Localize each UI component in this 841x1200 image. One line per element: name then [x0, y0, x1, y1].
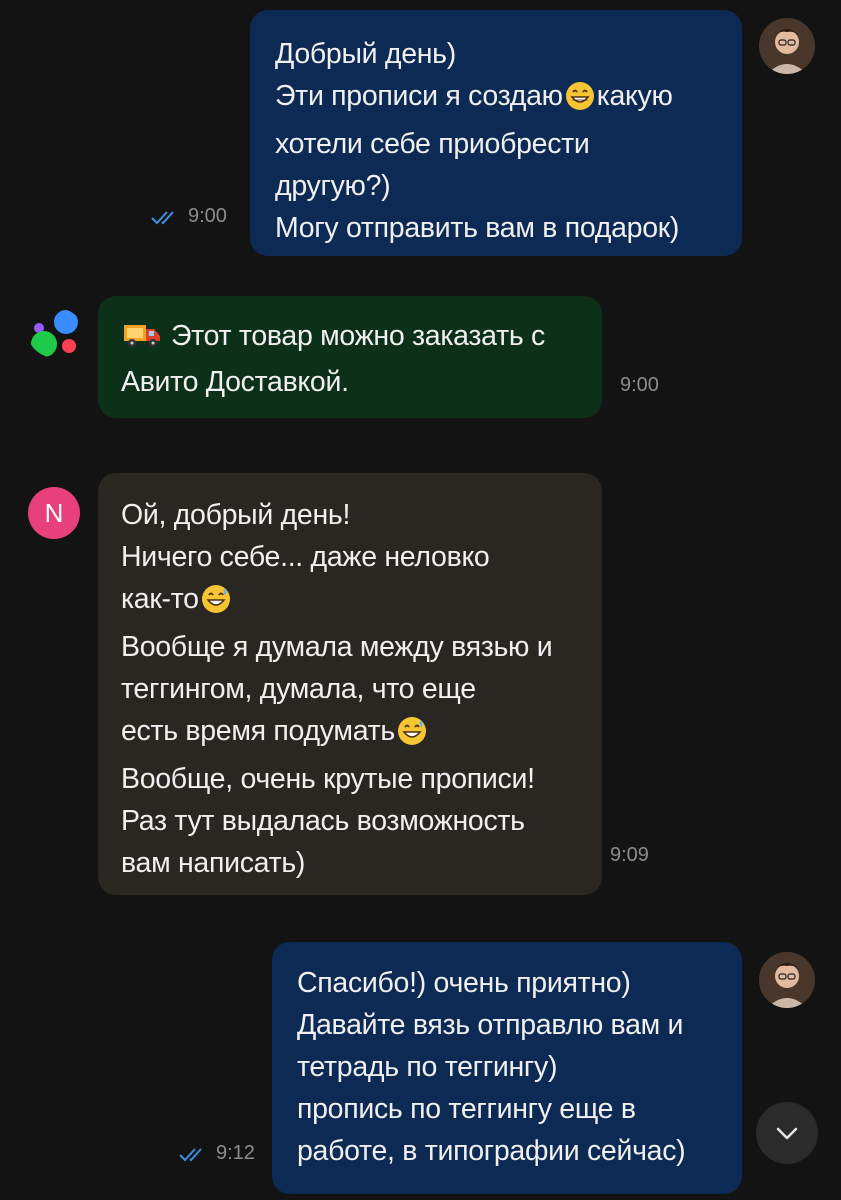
double-check-icon	[151, 211, 174, 225]
message-line: Эти прописи я создаю	[275, 80, 563, 112]
message-line: работе, в типографии сейчас)	[297, 1135, 686, 1167]
message-line: тетрадь по теггингу)	[297, 1051, 558, 1083]
message-line: Могу отправить вам в подарок)	[275, 212, 680, 244]
message-line: пропись по теггингу еще в	[297, 1093, 636, 1125]
message-line: Давайте вязь отправлю вам и	[297, 1009, 684, 1041]
message-line: Авито Доставкой.	[121, 366, 349, 398]
message-line: Вообще, очень крутые прописи!	[121, 763, 535, 795]
message-line: как-то	[121, 583, 199, 615]
message-time: 9:09	[610, 844, 649, 866]
message-time: 9:12	[216, 1142, 255, 1164]
system-message[interactable]: Этот товар можно заказать с Авито Достав…	[98, 296, 602, 418]
grinning-face-with-sweat-emoji	[397, 716, 427, 758]
message-line: хотели себе приобрести	[275, 128, 590, 160]
message-line: другую?)	[275, 170, 391, 202]
chevron-down-icon	[776, 1127, 798, 1140]
message-line: Спасибо!) очень приятно)	[297, 967, 631, 999]
user-avatar[interactable]	[759, 18, 815, 74]
message-line: Ничего себе... даже неловко	[121, 541, 490, 573]
sender-avatar[interactable]: N	[28, 487, 80, 539]
grinning-face-with-sweat-emoji	[201, 584, 231, 626]
message-line: есть время подумать	[121, 715, 395, 747]
scroll-to-bottom-button[interactable]	[756, 1102, 818, 1164]
message-line: Добрый день)	[275, 38, 456, 70]
message-time: 9:00	[620, 374, 659, 396]
message-line: какую	[596, 80, 673, 112]
grinning-face-emoji	[565, 81, 595, 123]
message-time: 9:00	[188, 205, 227, 227]
message-line: вам написать)	[121, 847, 306, 879]
incoming-message[interactable]: Ой, добрый день! Ничего себе... даже нел…	[98, 473, 602, 895]
message-line: Ой, добрый день!	[121, 499, 351, 531]
message-line: Раз тут выдалась возможность	[121, 805, 525, 837]
user-avatar[interactable]	[759, 952, 815, 1008]
outgoing-message[interactable]: Добрый день) Эти прописи я создаю какую …	[250, 10, 742, 256]
delivery-truck-icon	[123, 319, 161, 361]
message-line: Этот товар можно заказать с	[171, 320, 545, 352]
avito-logo-icon	[28, 308, 84, 358]
message-line: Вообще я думала между вязью и	[121, 631, 553, 663]
outgoing-message[interactable]: Спасибо!) очень приятно) Давайте вязь от…	[272, 942, 742, 1194]
message-line: теггингом, думала, что еще	[121, 673, 476, 705]
double-check-icon	[179, 1148, 202, 1162]
